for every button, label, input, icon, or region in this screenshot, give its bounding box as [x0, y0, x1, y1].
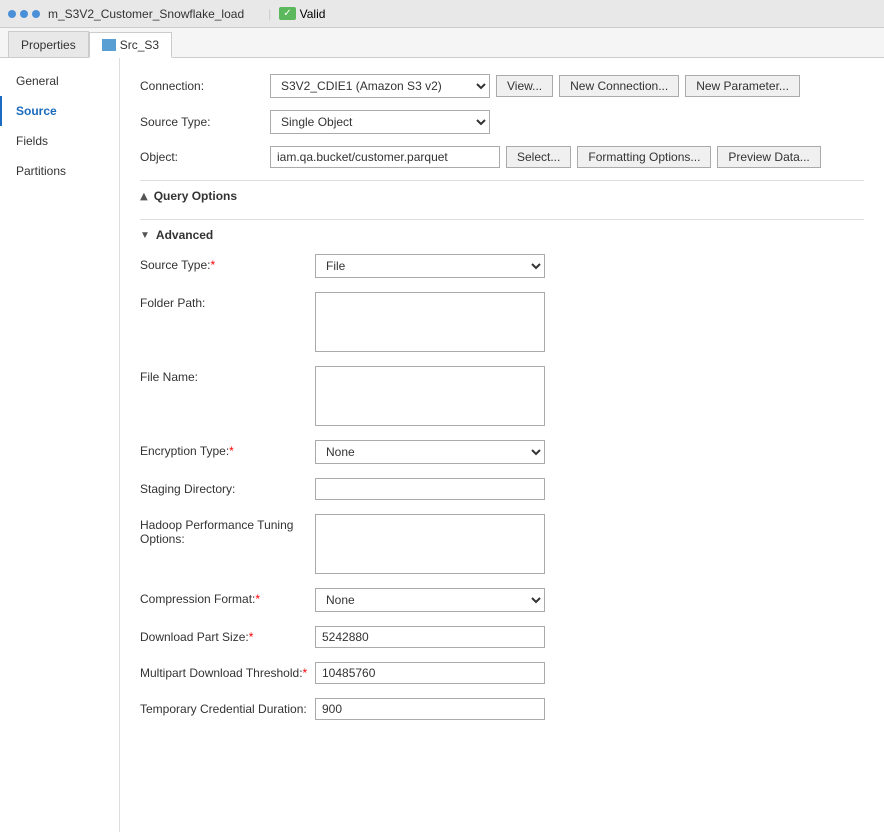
connection-controls: S3V2_CDIE1 (Amazon S3 v2) View... New Co…	[270, 74, 800, 98]
sidebar-item-partitions[interactable]: Partitions	[0, 156, 119, 186]
adv-file-name-label: File Name:	[140, 366, 315, 384]
advanced-section: ▼ Advanced Source Type:* File Folder Pat…	[140, 219, 864, 720]
tab-src-s3-label: Src_S3	[120, 38, 159, 52]
query-options-arrow: ▶	[138, 192, 149, 200]
query-options-header[interactable]: ▶ Query Options	[140, 180, 864, 211]
select-button[interactable]: Select...	[506, 146, 571, 168]
sidebar: General Source Fields Partitions	[0, 58, 120, 832]
adv-compression-format-label: Compression Format:*	[140, 588, 315, 606]
advanced-arrow: ▼	[140, 230, 150, 241]
object-row: Object: Select... Formatting Options... …	[140, 146, 864, 168]
sidebar-item-fields[interactable]: Fields	[0, 126, 119, 156]
connection-select[interactable]: S3V2_CDIE1 (Amazon S3 v2)	[270, 74, 490, 98]
query-options-title: Query Options	[154, 189, 237, 203]
adv-temporary-credential-duration-input[interactable]	[315, 698, 545, 720]
adv-source-type-select[interactable]: File	[315, 254, 545, 278]
source-type-controls: Single Object	[270, 110, 490, 134]
source-type-label: Source Type:	[140, 115, 270, 129]
dot3	[32, 10, 40, 18]
source-type-row: Source Type: Single Object	[140, 110, 864, 134]
adv-source-type-label: Source Type:*	[140, 254, 315, 272]
adv-compression-format-select[interactable]: None	[315, 588, 545, 612]
adv-hadoop-label: Hadoop Performance Tuning Options:	[140, 514, 315, 546]
sidebar-item-general[interactable]: General	[0, 66, 119, 96]
object-input[interactable]	[270, 146, 500, 168]
adv-staging-directory-label: Staging Directory:	[140, 478, 315, 496]
tabs-bar: Properties Src_S3	[0, 28, 884, 58]
adv-hadoop-textarea[interactable]	[315, 514, 545, 574]
adv-hadoop-row: Hadoop Performance Tuning Options:	[140, 514, 864, 574]
preview-data-button[interactable]: Preview Data...	[717, 146, 820, 168]
window-controls	[8, 10, 40, 18]
content-area: Connection: S3V2_CDIE1 (Amazon S3 v2) Vi…	[120, 58, 884, 832]
connection-row: Connection: S3V2_CDIE1 (Amazon S3 v2) Vi…	[140, 74, 864, 98]
adv-encryption-type-row: Encryption Type:* None	[140, 440, 864, 464]
adv-file-name-textarea[interactable]	[315, 366, 545, 426]
tab-src-s3-icon	[102, 39, 116, 51]
source-type-select[interactable]: Single Object	[270, 110, 490, 134]
adv-encryption-type-label: Encryption Type:*	[140, 440, 315, 458]
adv-staging-directory-row: Staging Directory:	[140, 478, 864, 500]
tab-src-s3[interactable]: Src_S3	[89, 32, 172, 58]
valid-label: Valid	[300, 7, 326, 21]
adv-encryption-type-select[interactable]: None	[315, 440, 545, 464]
adv-download-part-size-label: Download Part Size:*	[140, 626, 315, 644]
new-connection-button[interactable]: New Connection...	[559, 75, 679, 97]
new-parameter-button[interactable]: New Parameter...	[685, 75, 800, 97]
adv-file-name-row: File Name:	[140, 366, 864, 426]
adv-compression-format-row: Compression Format:* None	[140, 588, 864, 612]
main-content: General Source Fields Partitions Connect…	[0, 58, 884, 832]
adv-multipart-download-threshold-input[interactable]	[315, 662, 545, 684]
tab-properties-label: Properties	[21, 38, 76, 52]
adv-staging-directory-input[interactable]	[315, 478, 545, 500]
advanced-header[interactable]: ▼ Advanced	[140, 228, 864, 242]
formatting-options-button[interactable]: Formatting Options...	[577, 146, 711, 168]
tab-properties[interactable]: Properties	[8, 31, 89, 57]
view-button[interactable]: View...	[496, 75, 553, 97]
sidebar-item-source[interactable]: Source	[0, 96, 119, 126]
adv-download-part-size-input[interactable]	[315, 626, 545, 648]
adv-source-type-row: Source Type:* File	[140, 254, 864, 278]
adv-folder-path-label: Folder Path:	[140, 292, 315, 310]
dot1	[8, 10, 16, 18]
adv-temporary-credential-duration-row: Temporary Credential Duration:	[140, 698, 864, 720]
adv-download-part-size-row: Download Part Size:*	[140, 626, 864, 648]
object-controls: Select... Formatting Options... Preview …	[270, 146, 821, 168]
title-bar: m_S3V2_Customer_Snowflake_load | ✓ Valid	[0, 0, 884, 28]
valid-badge: ✓ Valid	[279, 7, 325, 21]
adv-multipart-download-threshold-label: Multipart Download Threshold:*	[140, 662, 315, 680]
adv-folder-path-row: Folder Path:	[140, 292, 864, 352]
app-title: m_S3V2_Customer_Snowflake_load	[48, 7, 244, 21]
advanced-title: Advanced	[156, 228, 213, 242]
adv-temporary-credential-duration-label: Temporary Credential Duration:	[140, 698, 315, 716]
connection-label: Connection:	[140, 79, 270, 93]
adv-multipart-download-threshold-row: Multipart Download Threshold:*	[140, 662, 864, 684]
valid-check-icon: ✓	[279, 7, 295, 20]
object-label: Object:	[140, 150, 270, 164]
adv-folder-path-textarea[interactable]	[315, 292, 545, 352]
dot2	[20, 10, 28, 18]
